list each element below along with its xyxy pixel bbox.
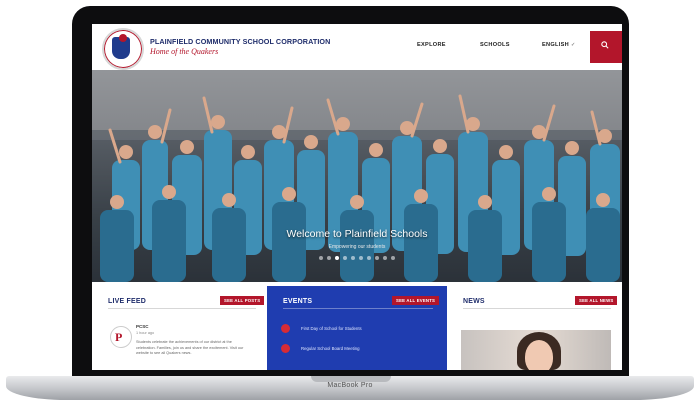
carousel-dot[interactable] xyxy=(319,256,323,260)
site-tagline: Home of the Quakers xyxy=(150,47,219,56)
events-heading: EVENTS xyxy=(283,298,313,305)
nav-language[interactable]: ENGLISH ✓ xyxy=(542,42,575,48)
carousel-dot[interactable] xyxy=(375,256,379,260)
event-title: Regular School Board Meeting xyxy=(301,346,360,351)
p-logo-icon: P xyxy=(115,330,123,344)
news-photo-face xyxy=(525,340,553,370)
apple-icon xyxy=(281,344,290,353)
district-logo[interactable] xyxy=(102,28,144,70)
site-title[interactable]: PLAINFIELD COMMUNITY SCHOOL CORPORATION xyxy=(150,37,330,46)
apple-icon xyxy=(281,324,290,333)
live-feed-heading: LIVE FEED xyxy=(108,298,146,305)
carousel-dot[interactable] xyxy=(367,256,371,260)
live-feed-panel: LIVE FEED SEE ALL POSTS P PCSC 1 hour ag… xyxy=(92,286,267,370)
hero-photo-choir xyxy=(92,70,622,282)
laptop-base: MacBook Pro xyxy=(6,376,694,400)
hero-carousel[interactable]: Welcome to Plainfield Schools Empowering… xyxy=(92,70,622,282)
news-heading: NEWS xyxy=(463,298,485,305)
carousel-dot[interactable] xyxy=(343,256,347,260)
see-all-posts-button[interactable]: SEE ALL POSTS xyxy=(220,296,265,305)
event-title: First Day of School for Students xyxy=(301,326,362,331)
carousel-dot[interactable] xyxy=(383,256,387,260)
news-panel: NEWS SEE ALL NEWS xyxy=(447,286,622,370)
hero-title: Welcome to Plainfield Schools xyxy=(286,228,428,240)
logo-mascot-icon xyxy=(119,34,127,42)
feed-post-time: 1 hour ago xyxy=(136,331,155,335)
chevron-down-icon: ✓ xyxy=(570,42,576,48)
nav-schools[interactable]: SCHOOLS xyxy=(480,42,510,48)
site-header: PLAINFIELD COMMUNITY SCHOOL CORPORATION … xyxy=(92,24,622,70)
carousel-dot[interactable] xyxy=(335,256,339,260)
see-all-events-button[interactable]: SEE ALL EVENTS xyxy=(392,296,440,305)
carousel-dot[interactable] xyxy=(391,256,395,260)
carousel-dot[interactable] xyxy=(327,256,331,260)
see-all-news-button[interactable]: SEE ALL NEWS xyxy=(575,296,618,305)
news-photo[interactable] xyxy=(461,330,611,370)
carousel-dot[interactable] xyxy=(351,256,355,260)
feed-post-text: Students celebrate the achievements of o… xyxy=(136,340,244,355)
device-label: MacBook Pro xyxy=(327,382,373,389)
nav-language-label: ENGLISH xyxy=(542,42,569,48)
divider xyxy=(108,308,256,309)
search-icon xyxy=(601,41,609,49)
feed-post-author[interactable]: PCSC xyxy=(136,324,149,329)
divider xyxy=(283,308,433,309)
search-button[interactable] xyxy=(590,31,622,63)
events-panel: EVENTS SEE ALL EVENTS First Day of Schoo… xyxy=(267,286,447,370)
browser-screen: PLAINFIELD COMMUNITY SCHOOL CORPORATION … xyxy=(92,24,622,370)
divider xyxy=(463,308,611,309)
carousel-dots xyxy=(302,256,412,262)
feed-avatar[interactable]: P xyxy=(110,326,132,348)
carousel-dot[interactable] xyxy=(359,256,363,260)
nav-explore[interactable]: EXPLORE xyxy=(417,42,446,48)
hero-subtitle: Empowering our students xyxy=(328,244,386,250)
